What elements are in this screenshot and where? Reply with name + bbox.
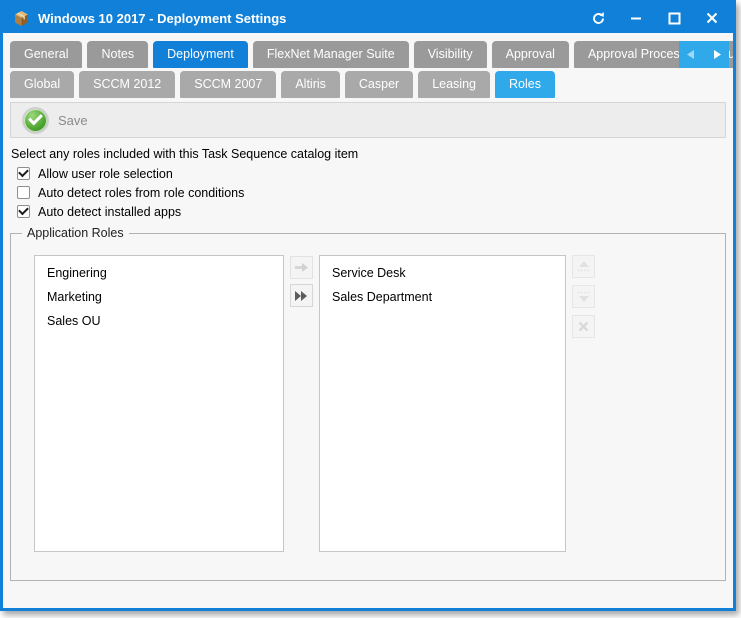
tab-sccm-2012[interactable]: SCCM 2012	[79, 71, 175, 98]
save-button-label: Save	[58, 113, 88, 128]
deployment-settings-window: Windows 10 2017 - Deployment Settings Ge…	[0, 0, 736, 611]
tab-global[interactable]: Global	[10, 71, 74, 98]
save-button[interactable]: Save	[22, 107, 88, 134]
scroll-left-icon	[687, 50, 694, 59]
checkbox-row-allow-user-role-selection: Allow user role selection	[17, 164, 733, 183]
checkbox-allow-user-role-selection[interactable]	[17, 167, 30, 180]
double-arrow-right-icon	[295, 291, 308, 301]
application-roles-groupbox: Application Roles EngineringMarketingSal…	[10, 233, 726, 581]
remove-role-button[interactable]	[572, 315, 595, 338]
list-item-sales-ou[interactable]: Sales OU	[35, 309, 283, 333]
available-roles-list[interactable]: EngineringMarketingSales OU	[34, 255, 284, 552]
move-down-button[interactable]	[572, 285, 595, 308]
refresh-icon	[591, 11, 606, 26]
tab-flexnet-manager-suite[interactable]: FlexNet Manager Suite	[253, 41, 409, 68]
checkbox-label: Allow user role selection	[38, 167, 173, 181]
tab-strip-primary: GeneralNotesDeploymentFlexNet Manager Su…	[3, 41, 733, 68]
groupbox-label: Application Roles	[22, 226, 129, 240]
arrow-right-icon	[295, 263, 308, 272]
list-item-enginering[interactable]: Enginering	[35, 261, 283, 285]
scroll-right-button[interactable]	[714, 46, 721, 64]
tab-visibility[interactable]: Visibility	[414, 41, 487, 68]
tab-leasing[interactable]: Leasing	[418, 71, 490, 98]
move-all-right-button[interactable]	[290, 284, 313, 307]
minimize-button[interactable]	[621, 6, 651, 30]
move-up-button[interactable]	[572, 255, 595, 278]
tab-strip-deployment: GlobalSCCM 2012SCCM 2007AltirisCasperLea…	[3, 71, 733, 98]
checkbox-row-auto-detect-roles-from-role-conditions: Auto detect roles from role conditions	[17, 183, 733, 202]
list-item-service-desk[interactable]: Service Desk	[320, 261, 565, 285]
tab-roles[interactable]: Roles	[495, 71, 555, 98]
package-icon	[13, 10, 30, 27]
tab-notes[interactable]: Notes	[87, 41, 148, 68]
tab-scroll-box	[679, 41, 729, 68]
checkbox-auto-detect-installed-apps[interactable]	[17, 205, 30, 218]
maximize-icon	[668, 12, 681, 25]
scroll-left-button[interactable]	[687, 46, 694, 64]
tab-general[interactable]: General	[10, 41, 82, 68]
role-options-checkbox-group: Allow user role selection Auto detect rol…	[3, 164, 733, 221]
list-item-marketing[interactable]: Marketing	[35, 285, 283, 309]
maximize-button[interactable]	[659, 6, 689, 30]
close-button[interactable]	[697, 6, 727, 30]
move-up-icon	[577, 261, 591, 272]
toolbar: Save	[10, 102, 726, 138]
move-right-button[interactable]	[290, 256, 313, 279]
checkbox-label: Auto detect installed apps	[38, 205, 181, 219]
refresh-button[interactable]	[583, 6, 613, 30]
checkbox-label: Auto detect roles from role conditions	[38, 186, 244, 200]
list-item-sales-department[interactable]: Sales Department	[320, 285, 565, 309]
tab-approval[interactable]: Approval	[492, 41, 569, 68]
green-check-circle-icon	[22, 107, 49, 134]
window-title: Windows 10 2017 - Deployment Settings	[38, 11, 575, 26]
close-icon	[706, 12, 718, 24]
checkbox-row-auto-detect-installed-apps: Auto detect installed apps	[17, 202, 733, 221]
scroll-right-icon	[714, 50, 721, 59]
tab-sccm-2007[interactable]: SCCM 2007	[180, 71, 276, 98]
tab-deployment[interactable]: Deployment	[153, 41, 248, 68]
roles-instruction-text: Select any roles included with this Task…	[11, 147, 733, 161]
minimize-icon	[630, 12, 642, 24]
assigned-roles-list[interactable]: Service DeskSales Department	[319, 255, 566, 552]
checkbox-auto-detect-roles-from-role-conditions[interactable]	[17, 186, 30, 199]
remove-x-icon	[578, 321, 589, 332]
move-down-icon	[577, 291, 591, 302]
tab-altiris[interactable]: Altiris	[281, 71, 340, 98]
tab-casper[interactable]: Casper	[345, 71, 413, 98]
titlebar: Windows 10 2017 - Deployment Settings	[3, 3, 733, 33]
